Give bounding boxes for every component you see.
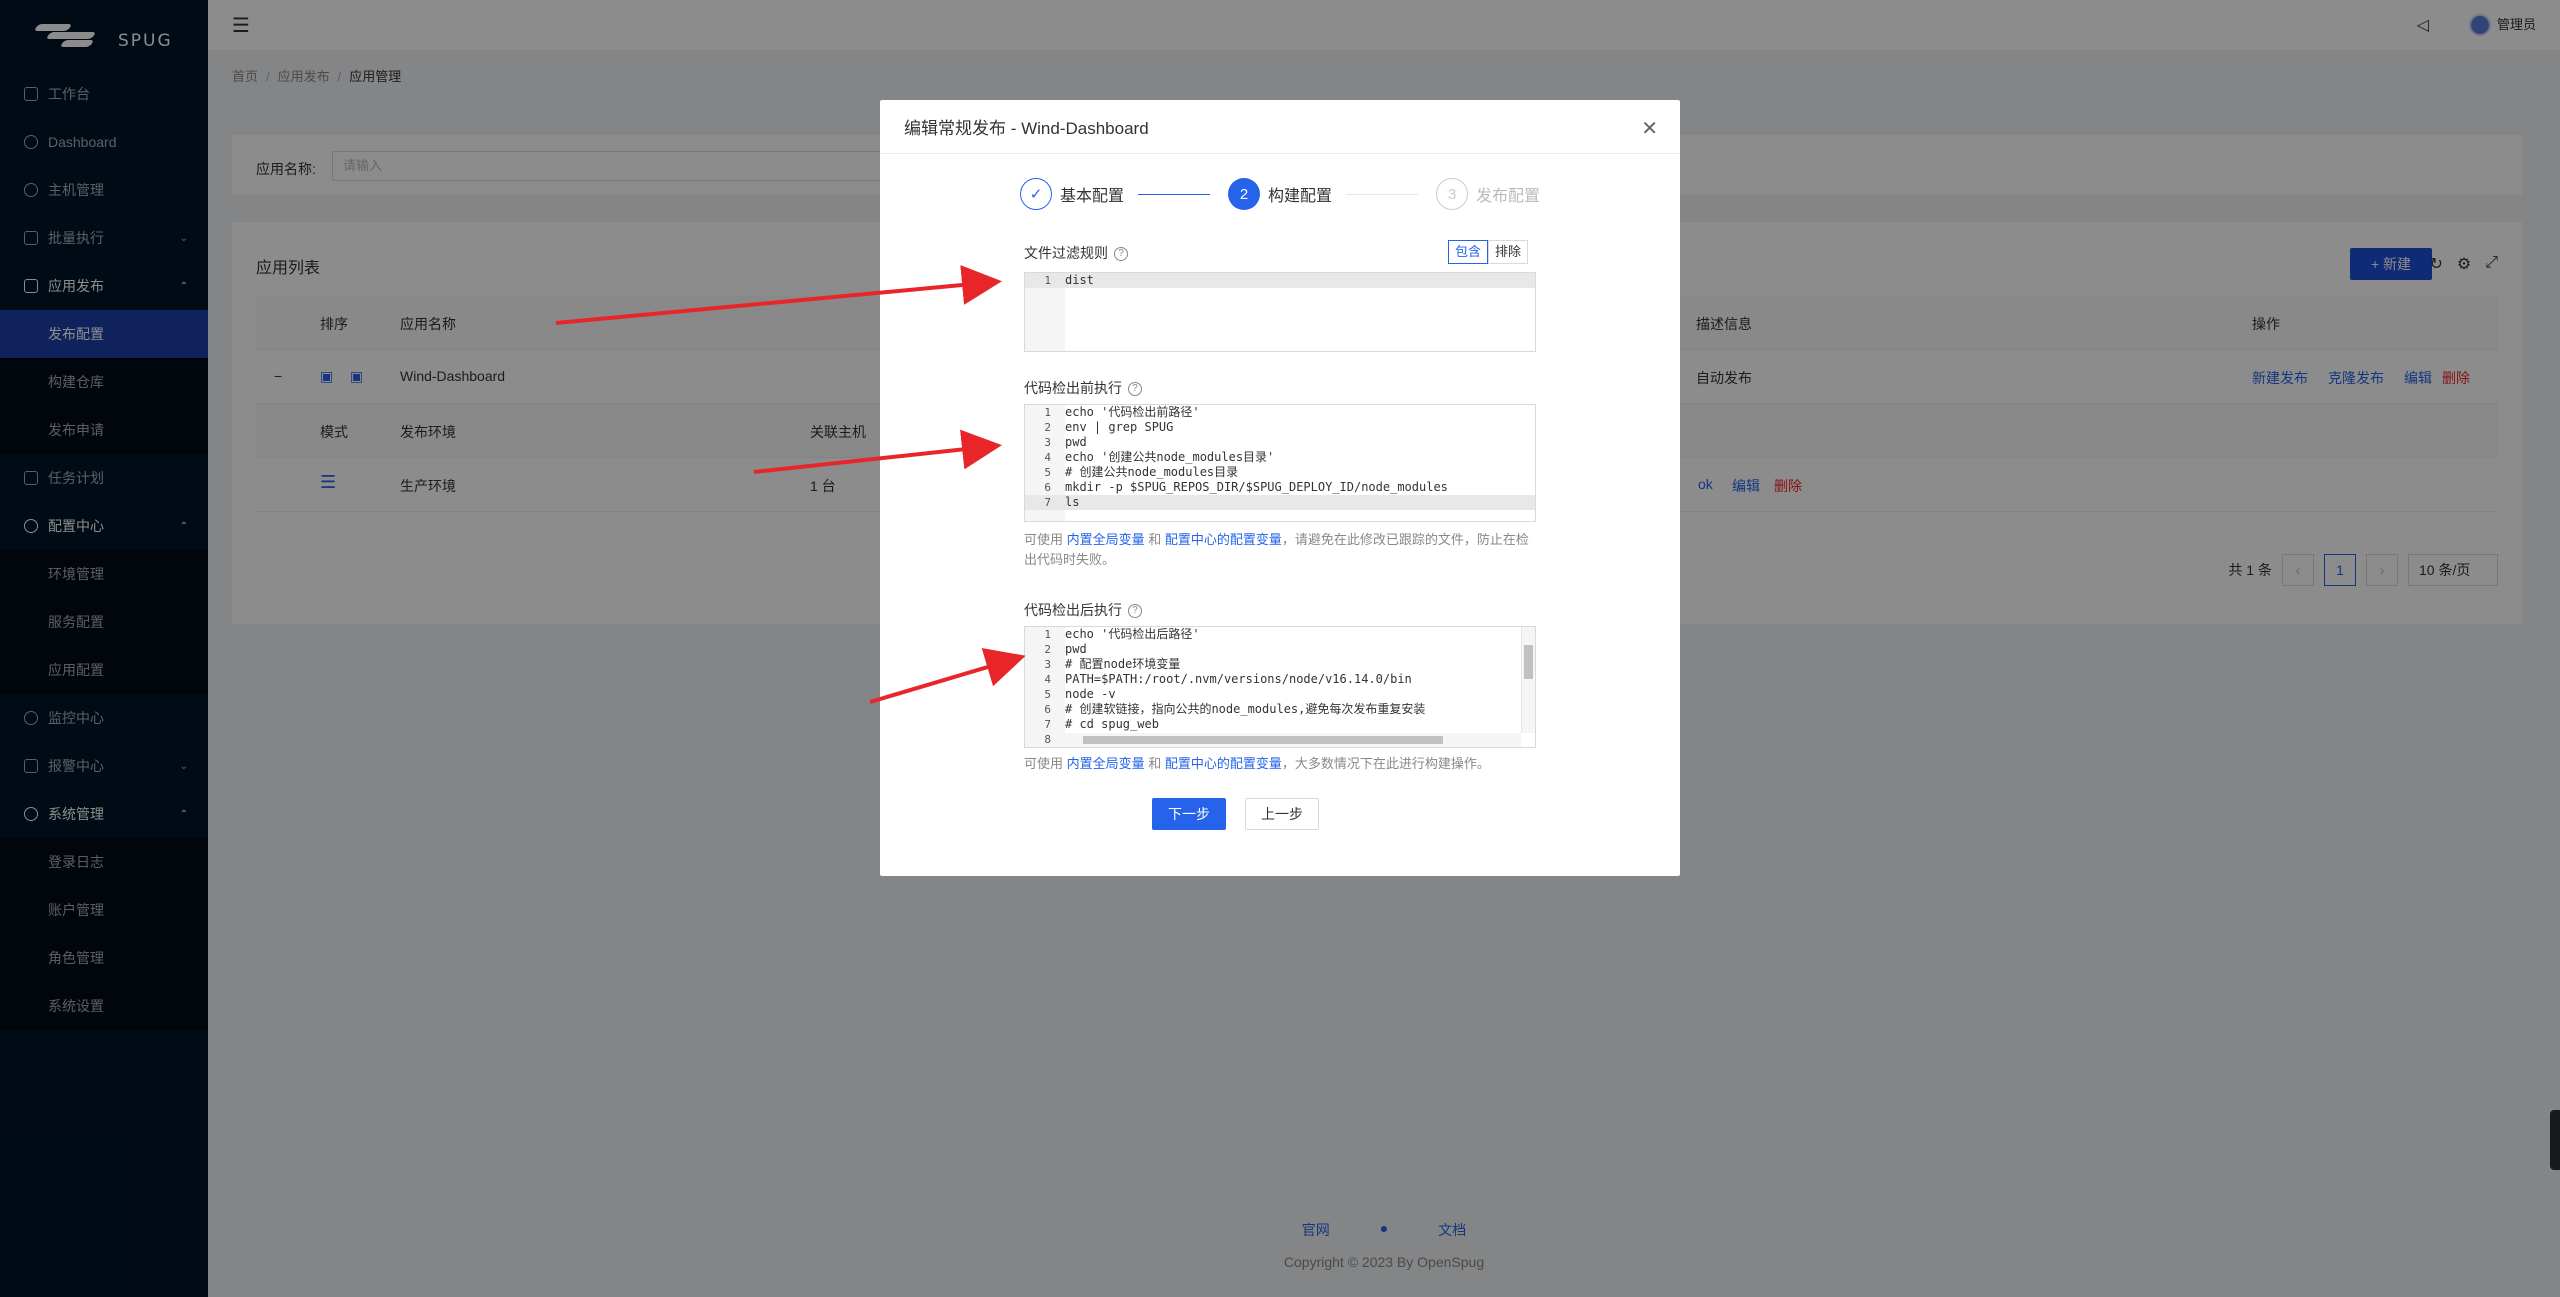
edit-deploy-modal: 编辑常规发布 - Wind-Dashboard ✕ ✓ 基本配置 2 构建配置 … xyxy=(880,100,1680,876)
close-icon[interactable]: ✕ xyxy=(1641,116,1658,141)
exclude-toggle[interactable]: 排除 xyxy=(1488,240,1529,264)
code-line: # 创建软链接，指向公共的node_modules,避免每次发布重复安装 xyxy=(1065,702,1426,716)
pre-checkout-editor[interactable]: 1 echo '代码检出前路径' 2 env | grep SPUG 3 pwd 4e… xyxy=(1024,404,1536,522)
post-checkout-hint: 可使用 内置全局变量 和 配置中心的配置变量，大多数情况下在此进行构建操作。 xyxy=(1024,756,1490,771)
horizontal-scrollbar[interactable] xyxy=(1065,733,1521,747)
question-icon[interactable]: ? xyxy=(1128,382,1142,397)
step-number: 2 xyxy=(1228,178,1260,210)
steps: ✓ 基本配置 2 构建配置 3 发布配置 xyxy=(1020,178,1540,212)
pre-checkout-label: 代码检出前执行? xyxy=(1024,378,1142,398)
global-vars-link[interactable]: 内置全局变量 xyxy=(1067,532,1145,547)
include-toggle[interactable]: 包含 xyxy=(1448,240,1489,264)
config-vars-link[interactable]: 配置中心的配置变量 xyxy=(1165,532,1282,547)
step-deploy[interactable]: 3 发布配置 xyxy=(1436,178,1540,210)
post-checkout-editor[interactable]: 1 echo '代码检出后路径' 2 pwd 3 # 配置node环境变量 4 PATH… xyxy=(1024,626,1536,748)
code-line: dist xyxy=(1065,273,1094,287)
config-vars-link[interactable]: 配置中心的配置变量 xyxy=(1165,756,1282,771)
modal-title: 编辑常规发布 - Wind-Dashboard xyxy=(904,119,1149,138)
check-icon: ✓ xyxy=(1020,178,1052,210)
code-line: echo '创建公共node_modules目录' xyxy=(1065,450,1275,464)
step-label: 构建配置 xyxy=(1268,188,1333,205)
vertical-scrollbar[interactable] xyxy=(1521,627,1535,733)
code-line: echo '代码检出后路径' xyxy=(1065,627,1200,641)
prev-step-button[interactable]: 上一步 xyxy=(1245,798,1319,830)
code-line: env | grep SPUG xyxy=(1065,420,1174,434)
code-line: node -v xyxy=(1065,687,1116,701)
step-number: 3 xyxy=(1436,178,1468,210)
code-line: pwd xyxy=(1065,642,1087,656)
step-label: 发布配置 xyxy=(1476,188,1541,205)
question-icon[interactable]: ? xyxy=(1114,247,1128,262)
code-line: # 创建公共node_modules目录 xyxy=(1065,465,1239,479)
question-icon[interactable]: ? xyxy=(1128,604,1142,619)
code-line: PATH=$PATH:/root/.nvm/versions/node/v16.… xyxy=(1065,672,1412,686)
code-line: ls xyxy=(1065,495,1080,509)
filter-editor[interactable]: 1 dist xyxy=(1024,272,1536,352)
pre-checkout-hint: 可使用 内置全局变量 和 配置中心的配置变量，请避免在此修改已跟踪的文件，防止在… xyxy=(1024,532,1529,567)
global-vars-link[interactable]: 内置全局变量 xyxy=(1067,756,1145,771)
post-checkout-label: 代码检出后执行? xyxy=(1024,600,1142,620)
filter-label: 文件过滤规则? xyxy=(1024,243,1128,263)
step-basic[interactable]: ✓ 基本配置 xyxy=(1020,178,1124,210)
step-line xyxy=(1346,194,1418,195)
step-build[interactable]: 2 构建配置 xyxy=(1228,178,1332,210)
step-line xyxy=(1138,194,1210,195)
code-line: echo '代码检出前路径' xyxy=(1065,405,1200,419)
step-label: 基本配置 xyxy=(1060,188,1125,205)
code-line: # cd spug_web xyxy=(1065,717,1159,731)
code-line: pwd xyxy=(1065,435,1087,449)
filter-mode-toggle: 包含 排除 xyxy=(1448,240,1529,264)
code-line: # 配置node环境变量 xyxy=(1065,657,1181,671)
next-step-button[interactable]: 下一步 xyxy=(1152,798,1226,830)
code-line: mkdir -p $SPUG_REPOS_DIR/$SPUG_DEPLOY_ID… xyxy=(1065,480,1448,494)
